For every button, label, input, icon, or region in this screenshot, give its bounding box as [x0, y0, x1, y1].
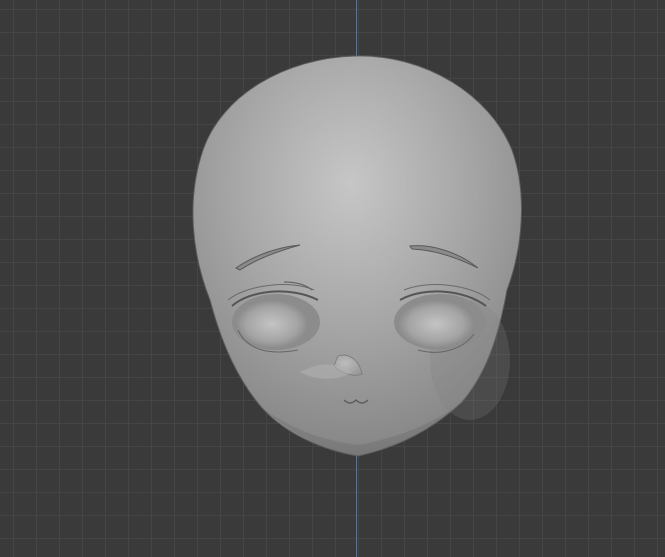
head-sculpt-mesh[interactable] [0, 0, 665, 557]
eyeball-right [398, 300, 474, 348]
eyeball-left [236, 300, 308, 348]
3d-viewport[interactable] [0, 0, 665, 557]
